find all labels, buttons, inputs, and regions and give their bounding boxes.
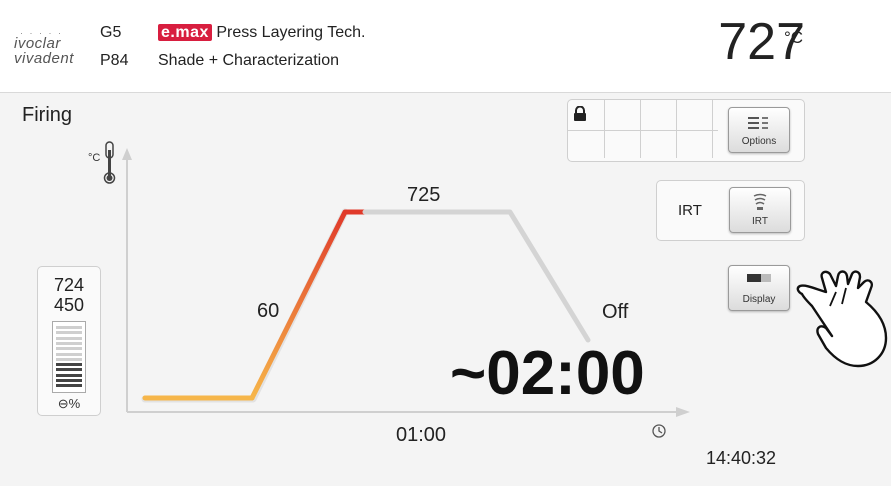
pointing-hand-icon	[796, 270, 888, 368]
system-clock: 14:40:32	[706, 448, 777, 468]
hold-and-cooling-segment	[362, 209, 591, 343]
x-axis-arrow	[676, 407, 690, 417]
heating-rate-label: 60	[257, 300, 280, 322]
cooling-end-label: Off	[602, 301, 629, 323]
clock-icon	[652, 424, 666, 438]
thermometer-icon	[103, 141, 116, 184]
remaining-time: ~02:00	[450, 339, 645, 408]
temperature-axis-unit: °C	[88, 152, 101, 164]
hold-temperature-label: 725	[407, 184, 441, 206]
heating-segment-shadow	[141, 208, 349, 403]
firing-program-curve	[103, 141, 690, 438]
y-axis-arrow	[122, 148, 132, 160]
hold-time-label: 01:00	[396, 424, 447, 446]
furnace-screen: · · · · · ivoclar vivadent G5 P84 e.max …	[0, 0, 891, 486]
